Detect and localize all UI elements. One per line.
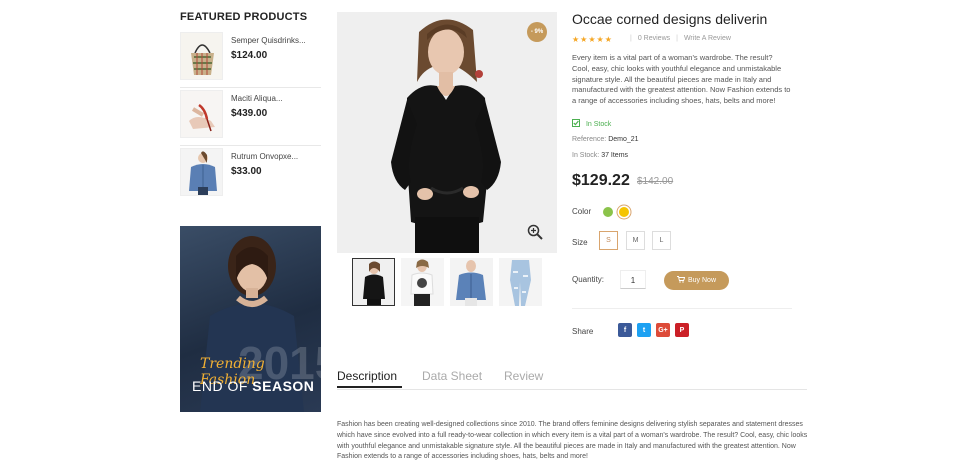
handbag-image[interactable]	[180, 32, 223, 80]
banner-headline-prefix: END OF	[192, 378, 248, 394]
thumbnail-denim-jacket[interactable]	[450, 258, 493, 306]
color-swatch-yellow[interactable]	[619, 207, 629, 217]
share-label: Share	[572, 327, 594, 336]
cart-icon	[676, 276, 686, 285]
denim-jacket-image[interactable]	[180, 148, 223, 196]
featured-product-price: $439.00	[231, 108, 268, 119]
featured-product-name[interactable]: Rutrum Onvopxe...	[231, 152, 298, 161]
color-label: Color	[572, 207, 592, 216]
featured-product-item[interactable]: Rutrum Onvopxe... $33.00	[180, 148, 321, 204]
availability-text: In Stock	[585, 121, 612, 128]
banner-headline-strong: SEASON	[252, 378, 315, 394]
divider	[572, 308, 792, 309]
rating-stars: ★★★★★	[572, 35, 613, 44]
instock-value: 37 Items	[601, 152, 629, 159]
product-title: Occae corned designs deliverin	[572, 11, 768, 27]
facebook-icon[interactable]: f	[618, 323, 632, 337]
reference-label: Reference:	[572, 136, 607, 143]
write-review-link[interactable]: Write A Review	[684, 35, 731, 42]
instock-label: In Stock:	[572, 152, 600, 159]
google-plus-icon[interactable]: G+	[656, 323, 670, 337]
featured-product-item[interactable]: Maciti Aliqua... $439.00	[180, 90, 321, 146]
thumbnail-ripped-jeans[interactable]	[499, 258, 542, 306]
size-option-l[interactable]: L	[652, 231, 671, 250]
color-swatch-green[interactable]	[603, 207, 613, 217]
reference-value: Demo_21	[608, 136, 639, 143]
description-content: Fashion has been creating well-designed …	[337, 421, 808, 461]
pinterest-icon[interactable]: P	[675, 323, 689, 337]
buy-now-button[interactable]: Buy Now	[664, 271, 729, 290]
featured-product-price: $33.00	[231, 166, 262, 177]
twitter-icon[interactable]: t	[637, 323, 651, 337]
divider	[180, 145, 321, 146]
divider	[180, 87, 321, 88]
featured-product-name[interactable]: Semper Quisdrinks...	[231, 36, 306, 45]
buy-now-label: Buy Now	[687, 277, 716, 284]
tab-description[interactable]: Description	[337, 369, 397, 383]
tab-data-sheet[interactable]: Data Sheet	[422, 369, 482, 383]
thumbnail-black-top[interactable]	[352, 258, 395, 306]
heels-image[interactable]	[180, 90, 223, 138]
promo-banner[interactable]: 2015 Trending Fashion END OF SEASON	[180, 226, 321, 412]
featured-product-price: $124.00	[231, 50, 268, 61]
zoom-icon[interactable]	[527, 224, 543, 240]
main-product-image[interactable]	[337, 12, 557, 253]
tabs-divider	[337, 389, 807, 390]
discount-badge: - 9%	[527, 22, 547, 42]
banner-headline: END OF SEASON	[192, 378, 314, 394]
product-reference: Reference: Demo_21	[572, 136, 639, 143]
active-tab-indicator	[337, 386, 402, 388]
quantity-label: Quantity:	[572, 275, 605, 284]
tab-review[interactable]: Review	[504, 369, 543, 383]
featured-product-name[interactable]: Maciti Aliqua...	[231, 94, 283, 103]
size-option-s[interactable]: S	[599, 231, 618, 250]
product-short-description: Every item is a vital part of a woman's …	[572, 53, 791, 106]
featured-products-title: FEATURED PRODUCTS	[180, 11, 308, 23]
size-label: Size	[572, 238, 588, 247]
quantity-input[interactable]: 1	[620, 270, 646, 289]
size-option-m[interactable]: M	[626, 231, 645, 250]
current-price: $129.22	[572, 172, 630, 189]
availability-status: In Stock	[572, 119, 611, 128]
product-quantity-in-stock: In Stock: 37 Items	[572, 152, 628, 159]
featured-product-item[interactable]: Semper Quisdrinks... $124.00	[180, 32, 321, 88]
reviews-count-link[interactable]: 0 Reviews	[638, 35, 670, 42]
check-icon	[572, 119, 586, 128]
old-price: $142.00	[637, 176, 674, 187]
thumbnail-white-tee[interactable]	[401, 258, 444, 306]
reviews-links: | 0 Reviews | Write A Review	[630, 35, 731, 42]
